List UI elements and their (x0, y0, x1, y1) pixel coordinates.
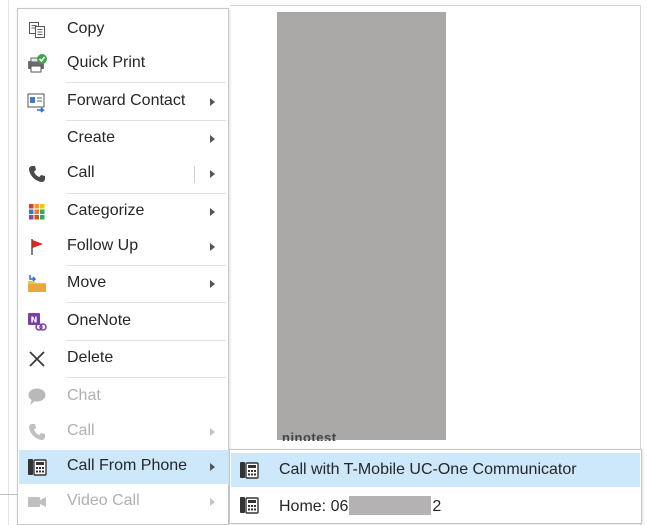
submenu-arrow-icon (210, 243, 215, 251)
window-edge-bottom (0, 494, 18, 495)
desk-phone-icon (237, 493, 261, 517)
menu-item-forward-contact[interactable]: Forward Contact (19, 85, 229, 119)
window-edge-left (8, 0, 9, 525)
categorize-icon (25, 200, 49, 224)
menu-item-call[interactable]: Call (19, 157, 229, 191)
menu-item-label: OneNote (67, 312, 132, 329)
menu-item-create[interactable]: Create (19, 122, 229, 156)
submenu-item-label: Call with T-Mobile UC-One Communicator (279, 461, 577, 478)
menu-item-chat: Chat (19, 380, 229, 414)
contact-name-partial: ninotest (282, 431, 337, 441)
menu-item-call-disabled: Call (19, 415, 229, 449)
menu-item-onenote[interactable]: N OneNote (19, 305, 229, 339)
menu-item-delete[interactable]: Delete (19, 342, 229, 376)
move-folder-icon (25, 272, 49, 296)
submenu-arrow-icon (210, 98, 215, 106)
menu-separator (66, 340, 226, 341)
menu-item-categorize[interactable]: Categorize (19, 195, 229, 229)
menu-item-label: Delete (67, 349, 114, 366)
quick-print-icon (25, 52, 49, 76)
menu-item-label: Quick Print (67, 54, 146, 71)
menu-item-video-call: Video Call (19, 485, 229, 519)
split-divider (194, 166, 195, 183)
menu-item-label: Create (67, 129, 116, 146)
svg-text:N: N (31, 316, 38, 325)
menu-item-label: Call (67, 164, 95, 181)
submenu-arrow-icon (210, 498, 215, 506)
chat-bubble-icon (25, 385, 49, 409)
submenu-arrow-icon (210, 135, 215, 143)
forward-contact-icon (25, 90, 49, 114)
menu-item-copy[interactable]: Copy (19, 13, 229, 47)
menu-item-quick-print[interactable]: Quick Print (19, 47, 229, 81)
submenu-item-call-with-communicator[interactable]: Call with T-Mobile UC-One Communicator (231, 453, 640, 487)
submenu-arrow-icon (210, 280, 215, 288)
menu-item-label: Forward Contact (67, 92, 186, 109)
menu-item-label: Chat (67, 387, 101, 404)
menu-item-label: Call (67, 422, 95, 439)
menu-separator (66, 82, 226, 83)
video-camera-icon (25, 490, 49, 514)
menu-item-label: Follow Up (67, 237, 139, 254)
menu-separator (66, 377, 226, 378)
menu-separator (66, 265, 226, 266)
menu-item-follow-up[interactable]: Follow Up (19, 230, 229, 264)
home-number-prefix: Home: 06 (279, 498, 349, 515)
menu-item-label: Video Call (67, 492, 140, 509)
menu-item-label: Copy (67, 20, 105, 37)
screen: ninotest Copy Quick Print Forward Contac… (0, 0, 647, 525)
desk-phone-icon (25, 455, 49, 479)
redacted-phone-digits (349, 496, 432, 515)
menu-item-label: Categorize (67, 202, 145, 219)
copy-icon (25, 18, 49, 42)
phone-icon (25, 162, 49, 186)
window-edge-top (230, 5, 640, 6)
home-number-suffix: 2 (432, 498, 442, 515)
menu-item-move[interactable]: Move (19, 267, 229, 301)
menu-separator (66, 120, 226, 121)
submenu-arrow-icon[interactable] (210, 170, 215, 178)
call-from-phone-submenu: Call with T-Mobile UC-One Communicator H… (229, 449, 642, 524)
submenu-item-home-number[interactable]: Home: 06 2 (231, 488, 640, 522)
submenu-item-label: Home: 06 2 (279, 496, 441, 516)
phone-icon (25, 420, 49, 444)
submenu-arrow-icon (210, 463, 215, 471)
delete-x-icon (25, 347, 49, 371)
flag-icon (25, 235, 49, 259)
submenu-arrow-icon (210, 428, 215, 436)
menu-separator (66, 193, 226, 194)
menu-item-call-from-phone[interactable]: Call From Phone (19, 450, 229, 484)
context-menu: Copy Quick Print Forward Contact Create … (17, 8, 229, 525)
window-edge-right (640, 5, 641, 525)
redacted-contact-card (277, 12, 446, 440)
menu-separator (66, 302, 226, 303)
onenote-icon: N (25, 310, 49, 334)
submenu-arrow-icon (210, 208, 215, 216)
menu-item-label: Move (67, 274, 107, 291)
menu-item-label: Call From Phone (67, 457, 188, 474)
desk-phone-icon (237, 458, 261, 482)
